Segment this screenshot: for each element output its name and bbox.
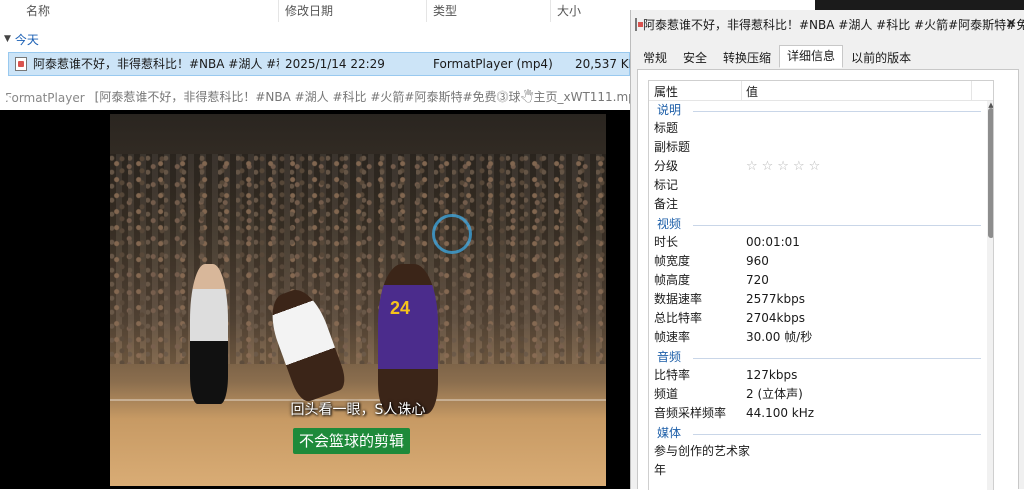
tab-security[interactable]: 安全: [675, 47, 715, 68]
watermark-logo-icon: [432, 214, 472, 254]
property-row[interactable]: 帧高度 720: [649, 271, 993, 290]
property-row[interactable]: 数据速率 2577kbps: [649, 290, 993, 309]
file-date: 2025/1/14 22:29: [285, 57, 385, 71]
file-row-selected[interactable]: 阿泰惹谁不好，非得惹科比！#NBA #湖人 #科... 2025/1/14 22…: [8, 52, 631, 76]
dialog-titlebar[interactable]: 阿泰惹谁不好，非得惹科比！#NBA #湖人 #科比 #火箭#阿泰斯特#免...: [631, 10, 1024, 38]
property-row[interactable]: 参与创作的艺术家: [649, 442, 993, 461]
scrollbar-thumb[interactable]: [988, 108, 993, 238]
column-header-date[interactable]: 修改日期: [285, 0, 333, 24]
crowd-background: [110, 154, 606, 364]
property-row[interactable]: 分级 ☆☆☆☆☆: [649, 157, 993, 176]
column-divider[interactable]: [550, 0, 551, 22]
player-titlebar[interactable]: FormatPlayer [阿泰惹谁不好，非得惹科比！#NBA #湖人 #科比 …: [0, 86, 630, 110]
property-row[interactable]: 总比特率 2704kbps: [649, 309, 993, 328]
tab-previous-versions[interactable]: 以前的版本: [843, 47, 919, 68]
file-size: 20,537 KB: [575, 57, 631, 71]
tab-bar: 常规 安全 转换压缩 详细信息 以前的版本: [635, 45, 919, 69]
tab-details[interactable]: 详细信息: [779, 45, 844, 68]
header-property[interactable]: 属性: [654, 83, 678, 100]
property-row[interactable]: 频道 2 (立体声): [649, 385, 993, 404]
player-file-title: [阿泰惹谁不好，非得惹科比！#NBA #湖人 #科比 #火箭#阿泰斯特#免费⓷球…: [94, 89, 630, 104]
dialog-title: 阿泰惹谁不好，非得惹科比！#NBA #湖人 #科比 #火箭#阿泰斯特#免...: [643, 17, 1024, 32]
column-divider[interactable]: [426, 0, 427, 22]
tab-convert[interactable]: 转换压缩: [715, 47, 779, 68]
video-file-icon: [635, 17, 643, 31]
video-player-window: FormatPlayer [阿泰惹谁不好，非得惹科比！#NBA #湖人 #科比 …: [0, 86, 630, 489]
tab-general[interactable]: 常规: [635, 47, 675, 68]
group-label: 今天: [14, 32, 39, 47]
jersey-number: 24: [390, 298, 411, 318]
lakers-player-figure: 24: [378, 264, 438, 414]
close-icon[interactable]: ✕: [1002, 15, 1020, 33]
vertical-scrollbar[interactable]: ▲: [987, 101, 993, 490]
video-frame[interactable]: 24 回头看一眼，S人诛心 不会篮球的剪辑: [110, 114, 606, 486]
property-list[interactable]: 属性 值 说明 标题 副标题 分级 ☆☆☆☆☆ 标记 备注 视频 时长 00:01:…: [648, 80, 994, 490]
subtitle-caption-box: 不会篮球的剪辑: [293, 428, 411, 454]
properties-dialog: 阿泰惹谁不好，非得惹科比！#NBA #湖人 #科比 #火箭#阿泰斯特#免... …: [630, 10, 1024, 490]
section-video: 视频: [649, 216, 993, 233]
rating-stars[interactable]: ☆☆☆☆☆: [746, 157, 824, 176]
file-name: 阿泰惹谁不好，非得惹科比！#NBA #湖人 #科...: [33, 57, 279, 71]
property-row[interactable]: 音频采样频率 44.100 kHz: [649, 404, 993, 423]
column-header-type[interactable]: 类型: [433, 0, 457, 24]
property-row[interactable]: 副标题: [649, 138, 993, 157]
property-row[interactable]: 比特率 127kbps: [649, 366, 993, 385]
details-panel: 属性 值 说明 标题 副标题 分级 ☆☆☆☆☆ 标记 备注 视频 时长 00:01:…: [637, 69, 1019, 490]
property-row[interactable]: 标题: [649, 119, 993, 138]
property-row[interactable]: 时长 00:01:01: [649, 233, 993, 252]
file-explorer: 名称 修改日期 类型 大小 ▼ 今天 阿泰惹谁不好，非得惹科比！#NBA #湖人…: [0, 0, 631, 86]
video-file-icon: [15, 57, 27, 71]
section-media: 媒体: [649, 425, 993, 442]
column-divider[interactable]: [278, 0, 279, 22]
subtitle-line-1: 回头看一眼，S人诛心: [290, 402, 426, 418]
property-row[interactable]: 帧速率 30.00 帧/秒: [649, 328, 993, 347]
column-divider[interactable]: [741, 81, 742, 100]
group-header-today[interactable]: ▼ 今天: [4, 30, 39, 48]
background-window-strip: [815, 0, 1024, 10]
property-row[interactable]: 年: [649, 461, 993, 480]
section-description: 说明: [649, 102, 993, 119]
referee-figure: [190, 264, 228, 404]
file-type: FormatPlayer (mp4): [433, 57, 553, 71]
column-header-size[interactable]: 大小: [557, 0, 581, 24]
column-header-name[interactable]: 名称: [26, 0, 50, 24]
player-app-name: FormatPlayer: [5, 91, 85, 105]
property-row[interactable]: 备注: [649, 195, 993, 214]
property-row[interactable]: 标记: [649, 176, 993, 195]
section-audio: 音频: [649, 349, 993, 366]
list-header: 属性 值: [649, 81, 993, 101]
header-value[interactable]: 值: [746, 83, 758, 100]
chevron-down-icon[interactable]: ▼: [4, 34, 11, 44]
property-row[interactable]: 帧宽度 960: [649, 252, 993, 271]
column-divider[interactable]: [971, 81, 972, 100]
